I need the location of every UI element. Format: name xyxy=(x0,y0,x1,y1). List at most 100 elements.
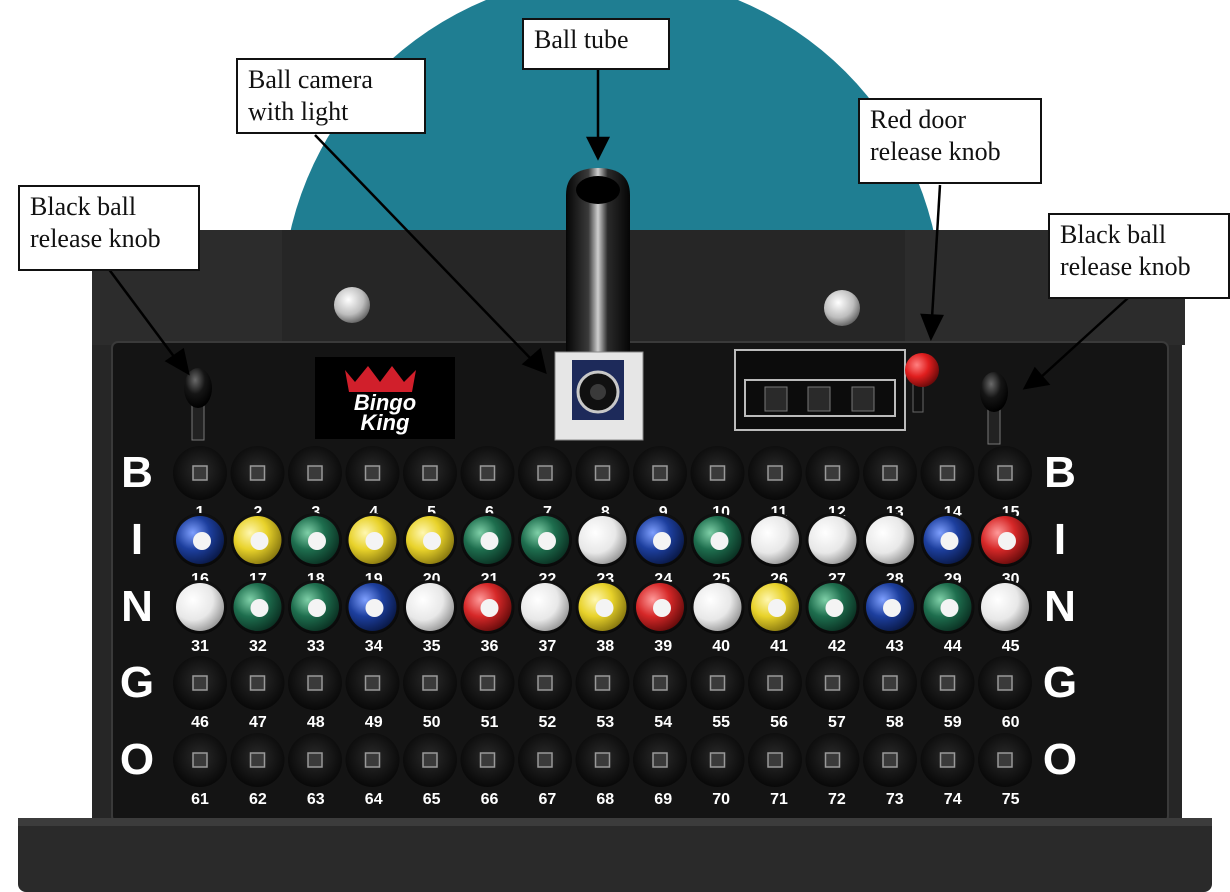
ball-number-label: 39 xyxy=(654,638,672,655)
ball-number-label: 47 xyxy=(249,714,267,731)
ball-sensor xyxy=(479,465,496,481)
ball-number-disc xyxy=(250,532,269,550)
ball-sensor xyxy=(882,675,898,691)
ball-number-disc xyxy=(480,532,499,550)
ball-number-label: 41 xyxy=(770,638,788,655)
bingo-ball-white xyxy=(866,516,914,564)
bingo-letter-right: B xyxy=(1044,448,1076,497)
ball-number-label: 67 xyxy=(539,791,557,808)
ball-number-label: 56 xyxy=(770,714,788,731)
bingo-ball-white xyxy=(981,583,1029,631)
ball-number-disc xyxy=(308,532,326,550)
ball-number-label: 49 xyxy=(365,714,383,731)
ball-number-label: 62 xyxy=(249,791,267,808)
ball-number-label: 38 xyxy=(596,638,614,655)
ball-number-label: 55 xyxy=(712,714,730,731)
ball-number-label: 66 xyxy=(481,791,499,808)
switch-1 xyxy=(764,386,788,412)
bingo-ball-white xyxy=(693,583,742,631)
ball-sensor xyxy=(594,465,611,481)
bingo-console-photo: Bingo King B B1 2 3 4 5 6 7 8 9 10 11 12 13 14 15I I16 17… xyxy=(18,0,1212,892)
ball-sensor xyxy=(652,465,668,481)
ball-number-label: 51 xyxy=(481,714,499,731)
bingo-letter-left: O xyxy=(120,735,154,784)
ball-number-disc xyxy=(250,599,269,617)
switch-3 xyxy=(851,386,875,412)
ball-number-label: 73 xyxy=(886,791,904,808)
ball-number-label: 31 xyxy=(191,638,209,655)
ball-number-label: 60 xyxy=(1002,714,1020,731)
ball-number-disc xyxy=(308,599,326,617)
ball-sensor xyxy=(422,465,438,481)
ball-sensor xyxy=(939,465,956,481)
ball-number-label: 33 xyxy=(307,638,325,655)
ball-number-disc xyxy=(595,599,614,617)
ball-number-disc xyxy=(538,532,556,550)
ball-number-disc xyxy=(365,599,384,617)
ball-number-disc xyxy=(653,532,671,550)
left-thumbscrew xyxy=(334,287,370,323)
ball-number-label: 74 xyxy=(944,791,962,808)
bingo-letter-right: O xyxy=(1043,735,1077,784)
ball-sensor xyxy=(422,752,438,768)
ball-sensor xyxy=(479,675,496,691)
ball-sensor xyxy=(249,752,266,768)
ball-sensor xyxy=(709,752,726,768)
ball-sensor xyxy=(249,465,266,481)
ball-number-label: 68 xyxy=(596,791,614,808)
ball-sensor xyxy=(939,675,956,691)
ball-number-disc xyxy=(768,599,786,617)
ball-sensor xyxy=(824,465,841,481)
ball-number-label: 52 xyxy=(539,714,557,731)
ball-number-label: 61 xyxy=(191,791,209,808)
ball-number-label: 75 xyxy=(1002,791,1020,808)
ball-sensor xyxy=(882,752,898,768)
bingo-letter-left: N xyxy=(121,582,153,631)
callout-black-knob-right: Black ball release knob xyxy=(1048,213,1230,299)
ball-sensor xyxy=(709,675,726,691)
ball-number-disc xyxy=(940,599,959,617)
ball-sensor xyxy=(364,675,381,691)
console-front-lip xyxy=(18,818,1212,892)
ball-number-label: 37 xyxy=(539,638,557,655)
bingo-letter-right: N xyxy=(1044,582,1076,631)
bingo-ball-white xyxy=(751,516,799,564)
callout-ball-camera: Ball camera with light xyxy=(236,58,426,134)
ball-number-label: 50 xyxy=(423,714,441,731)
ball-sensor xyxy=(997,752,1013,768)
ball-sensor xyxy=(192,675,208,691)
ball-number-disc xyxy=(365,532,384,550)
ball-sensor xyxy=(249,675,266,691)
ball-number-disc xyxy=(193,532,211,550)
red-door-release-knob xyxy=(905,353,939,387)
ball-sensor xyxy=(652,752,668,768)
ball-number-label: 35 xyxy=(423,638,441,655)
ball-sensor xyxy=(537,675,553,691)
ball-number-label: 46 xyxy=(191,714,209,731)
ball-sensor xyxy=(882,465,898,481)
ball-sensor xyxy=(364,752,381,768)
ball-sensor xyxy=(824,675,841,691)
ball-sensor xyxy=(307,675,323,691)
bingo-letter-right: I xyxy=(1054,515,1066,564)
ball-number-label: 36 xyxy=(481,638,499,655)
ball-number-label: 54 xyxy=(654,714,672,731)
ball-number-label: 69 xyxy=(654,791,672,808)
ball-sensor xyxy=(192,752,208,768)
callout-black-knob-left: Black ball release knob xyxy=(18,185,200,271)
ball-sensor xyxy=(652,675,668,691)
ball-sensor xyxy=(997,465,1013,481)
ball-sensor xyxy=(479,752,496,768)
ball-sensor xyxy=(422,675,438,691)
ball-number-label: 44 xyxy=(944,638,962,655)
bingo-ball-white xyxy=(406,583,454,631)
ball-number-label: 53 xyxy=(596,714,614,731)
bingo-letter-left: I xyxy=(131,515,143,564)
ball-sensor xyxy=(307,465,323,481)
ball-number-label: 57 xyxy=(828,714,846,731)
ball-sensor xyxy=(594,752,611,768)
right-thumbscrew xyxy=(824,290,860,326)
callout-ball-tube: Ball tube xyxy=(522,18,670,70)
ball-sensor xyxy=(594,675,611,691)
ball-number-label: 70 xyxy=(712,791,730,808)
